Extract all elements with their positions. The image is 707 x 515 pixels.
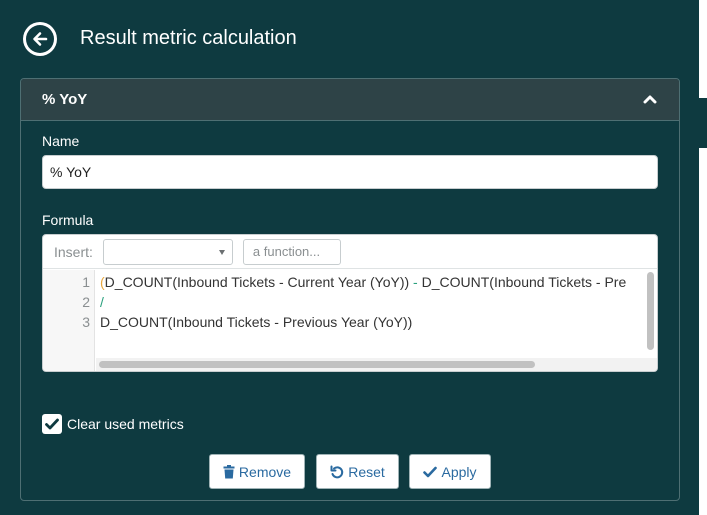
code-token: D_COUNT(Inbound Tickets - Current Year (…	[104, 274, 410, 290]
code-token: D_COUNT(Inbound Tickets - Pre	[421, 274, 627, 290]
metric-panel: % YoY Name Formula Insert: 1 2 3	[20, 78, 680, 501]
panel-header[interactable]: % YoY	[21, 79, 679, 121]
code-line-1: (D_COUNT(Inbound Tickets - Current Year …	[100, 272, 626, 292]
undo-icon	[330, 465, 344, 478]
clear-used-metrics-option: Clear used metrics	[42, 414, 184, 434]
function-input[interactable]	[242, 238, 341, 265]
horizontal-scrollbar[interactable]	[96, 358, 657, 371]
insert-metric-select[interactable]	[102, 238, 233, 265]
chevron-up-icon[interactable]	[643, 91, 657, 109]
formula-label: Formula	[42, 212, 94, 228]
right-edge-notch	[699, 98, 707, 148]
formula-editor-box: Insert: 1 2 3 (D_COUNT(Inbound Tickets -…	[42, 234, 658, 372]
header: Result metric calculation	[0, 0, 699, 78]
checkmark-icon	[423, 466, 438, 477]
page-title: Result metric calculation	[80, 27, 297, 49]
code-line-3: D_COUNT(Inbound Tickets - Previous Year …	[100, 314, 413, 330]
right-edge-strip	[699, 0, 707, 515]
clear-used-metrics-checkbox[interactable]	[42, 414, 62, 434]
line-number: 2	[82, 294, 90, 310]
insert-label: Insert:	[54, 243, 93, 260]
name-label: Name	[42, 133, 80, 149]
code-operator: -	[409, 274, 422, 290]
formula-toolbar: Insert:	[43, 235, 657, 269]
line-number: 3	[82, 314, 90, 330]
line-number: 1	[82, 274, 90, 290]
line-number-gutter: 1 2 3	[43, 270, 95, 371]
back-button[interactable]	[23, 22, 57, 56]
remove-button[interactable]: Remove	[209, 454, 305, 489]
horizontal-scrollbar-thumb[interactable]	[99, 361, 535, 368]
code-content[interactable]: (D_COUNT(Inbound Tickets - Current Year …	[100, 270, 640, 356]
checkmark-icon	[45, 418, 59, 430]
trash-icon	[223, 464, 235, 478]
apply-button-label: Apply	[441, 463, 477, 480]
caret-down-icon	[218, 249, 225, 255]
remove-button-label: Remove	[238, 463, 292, 480]
back-arrow-circle-icon	[26, 25, 54, 53]
clear-used-metrics-label: Clear used metrics	[67, 416, 184, 432]
apply-button[interactable]: Apply	[409, 454, 491, 489]
vertical-scrollbar[interactable]	[647, 272, 654, 350]
reset-button[interactable]: Reset	[316, 454, 399, 489]
code-line-2: /	[100, 294, 104, 310]
code-editor[interactable]: 1 2 3 (D_COUNT(Inbound Tickets - Current…	[43, 270, 657, 371]
name-input[interactable]	[42, 155, 658, 189]
reset-button-label: Reset	[348, 463, 385, 480]
panel-title: % YoY	[42, 91, 88, 108]
